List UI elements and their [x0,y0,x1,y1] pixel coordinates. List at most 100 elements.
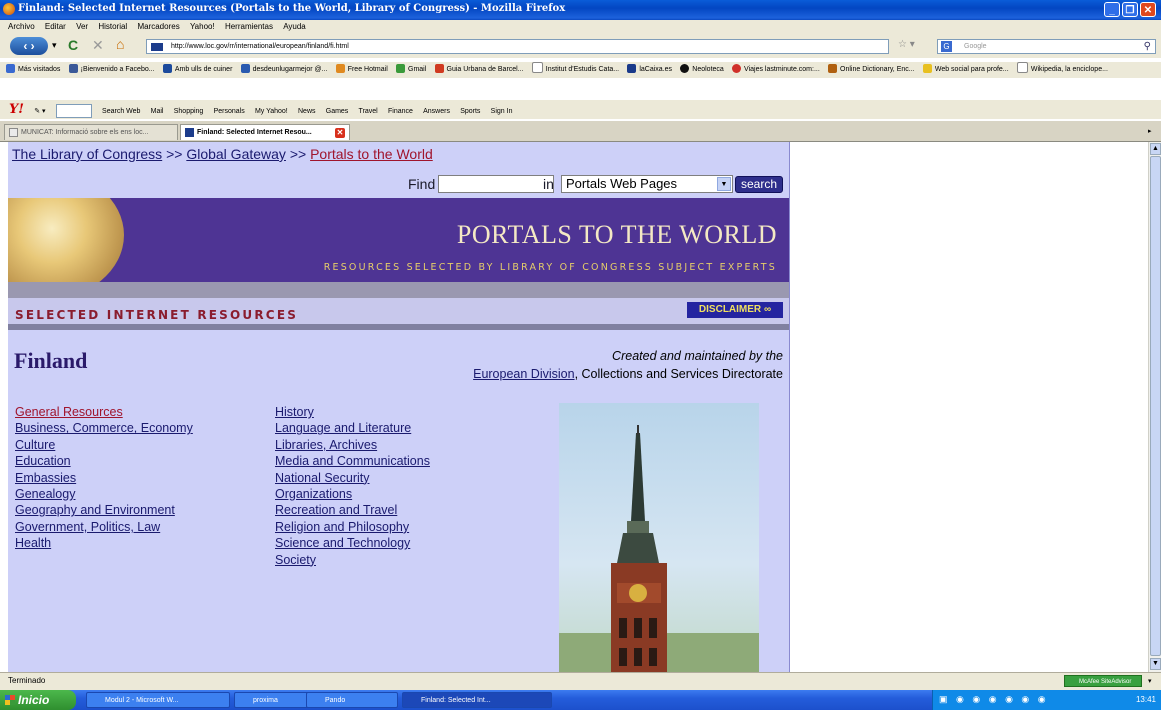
page-icon [9,128,18,137]
yahoo-personals[interactable]: Personals [214,102,245,119]
taskbar-item-pando[interactable]: Pando [306,692,398,708]
yahoo-news[interactable]: News [298,102,316,119]
tray-icons[interactable]: ▣ ◉ ◉ ◉ ◉ ◉ ◉ [939,694,1049,705]
topic-link[interactable]: Media and Communications [275,453,430,469]
bookmark-item[interactable]: Amb ulls de cuiner [162,62,232,78]
search-scope-select[interactable]: Portals Web Pages ▼ [561,175,733,193]
start-button[interactable]: Inicio [0,690,76,710]
scrollbar-thumb[interactable] [1150,156,1161,656]
topic-link[interactable]: General Resources [15,404,193,420]
scroll-down-icon[interactable]: ▼ [1150,658,1161,670]
history-dropdown-icon[interactable]: ▾ [52,40,57,51]
topic-link[interactable]: Organizations [275,486,430,502]
topic-link[interactable]: History [275,404,430,420]
topic-link[interactable]: Libraries, Archives [275,437,430,453]
yahoo-travel[interactable]: Travel [359,102,378,119]
menu-ver[interactable]: Ver [76,20,88,34]
topic-link[interactable]: Recreation and Travel [275,502,430,518]
stop-icon[interactable]: ✕ [92,37,104,54]
tab-list-icon[interactable]: ▸ [1148,127,1152,135]
bookmark-item[interactable]: Web social para profe... [922,62,1009,78]
bookmark-item[interactable]: Wikipedia, la enciclope... [1016,62,1108,78]
bookmark-item[interactable]: ¡Bienvenido a Facebo... [68,62,155,78]
menu-editar[interactable]: Editar [45,20,66,34]
yahoo-my-yahoo[interactable]: My Yahoo! [255,102,288,119]
menu-marcadores[interactable]: Marcadores [137,20,179,34]
bookmark-item[interactable]: Más visitados [6,62,60,78]
topic-link[interactable]: Science and Technology [275,535,430,551]
disclaimer-button[interactable]: DISCLAIMER ∞ [687,302,783,318]
bookmark-item[interactable]: Institut d'Estudis Cata... [531,62,619,78]
back-forward-icon[interactable]: ‹ › [10,37,48,55]
reload-icon[interactable]: C [68,37,78,53]
topic-link[interactable]: Health [15,535,193,551]
bookmark-item[interactable]: Gmail [396,62,426,78]
address-bar[interactable]: http://www.loc.gov/rr/international/euro… [146,39,889,54]
topic-link[interactable]: Religion and Philosophy [275,519,430,535]
yahoo-shopping[interactable]: Shopping [174,102,204,119]
menu-historial[interactable]: Historial [98,20,127,34]
menu-archivo[interactable]: Archivo [8,20,35,34]
bookmark-item[interactable]: Neoloteca [680,62,724,78]
tab-label: Finland: Selected Internet Resou... [197,129,312,136]
yahoo-logo-icon[interactable]: Y! [9,100,24,119]
breadcrumb-loc-link[interactable]: The Library of Congress [12,146,162,162]
yahoo-finance[interactable]: Finance [388,102,413,119]
home-icon[interactable]: ⌂ [116,36,124,52]
menu-herramientas[interactable]: Herramientas [225,20,273,34]
breadcrumb-gateway-link[interactable]: Global Gateway [186,146,286,162]
topic-link[interactable]: Genealogy [15,486,193,502]
breadcrumb-separator: >> [289,146,307,162]
search-input[interactable] [438,175,554,193]
bookmark-item[interactable]: laCaixa.es [627,62,672,78]
topic-link[interactable]: Government, Politics, Law [15,519,193,535]
topic-link[interactable]: Business, Commerce, Economy [15,420,193,436]
european-division-link[interactable]: European Division [473,367,574,381]
scroll-up-icon[interactable]: ▲ [1150,143,1161,155]
close-window-button[interactable]: ✕ [1140,2,1156,17]
chevron-down-icon[interactable]: ▾ [1148,677,1152,685]
taskbar-item-word[interactable]: Modul 2 - Microsoft W... [86,692,230,708]
tab-municat[interactable]: MUNICAT: Informació sobre els ens loc... [4,124,178,140]
pencil-icon[interactable]: ✎ ▾ [34,102,45,119]
topic-link[interactable]: Embassies [15,470,193,486]
bookmark-item[interactable]: desdeunlugarmejor @... [240,62,327,78]
topic-link[interactable]: Society [275,552,430,568]
bookmark-star-icon[interactable]: ☆ ▾ [898,39,915,50]
yahoo-search-input[interactable] [55,103,92,118]
yahoo-sports[interactable]: Sports [460,102,480,119]
site-advisor-badge[interactable]: McAfee SiteAdvisor [1064,675,1142,687]
directorate-text: , Collections and Services Directorate [574,367,783,381]
menu-ayuda[interactable]: Ayuda [283,20,306,34]
topic-link[interactable]: Geography and Environment [15,502,193,518]
taskbar-item-firefox[interactable]: Finland: Selected Int... [402,692,552,708]
search-scope-value: Portals Web Pages [566,176,678,191]
menu-yahoo[interactable]: Yahoo! [190,20,215,34]
bookmark-item[interactable]: Online Dictionary, Enc... [828,62,915,78]
tab-finland[interactable]: Finland: Selected Internet Resou... ✕ [180,124,350,140]
bookmark-item[interactable]: Free Hotmail [335,62,388,78]
topic-link[interactable]: Language and Literature [275,420,430,436]
yahoo-answers[interactable]: Answers [423,102,450,119]
breadcrumb-portals-link[interactable]: Portals to the World [310,146,433,162]
topic-link[interactable]: Culture [15,437,193,453]
vertical-scrollbar[interactable]: ▲ ▼ [1148,142,1161,672]
topic-link[interactable]: National Security [275,470,430,486]
chevron-down-icon[interactable]: ▼ [717,177,731,191]
magnifier-icon[interactable]: ⚲ [1144,40,1151,53]
google-icon[interactable]: G [941,41,952,52]
yahoo-games[interactable]: Games [326,102,349,119]
yahoo-search-web[interactable]: Search Web [102,102,140,119]
bookmark-item[interactable]: Guia Urbana de Barcel... [434,62,524,78]
yahoo-mail[interactable]: Mail [151,102,164,119]
topic-link[interactable]: Education [15,453,193,469]
search-engine-input[interactable]: G Google ⚲ [937,39,1156,54]
close-tab-icon[interactable]: ✕ [335,128,345,138]
bookmarks-toolbar: Más visitados ¡Bienvenido a Facebo... Am… [0,62,1161,78]
maximize-button[interactable]: ❐ [1122,2,1138,17]
minimize-button[interactable]: _ [1104,2,1120,17]
bookmark-item[interactable]: Viajes lastminute.com:... [732,62,820,78]
yahoo-sign-in[interactable]: Sign In [491,102,513,119]
tab-strip: MUNICAT: Informació sobre els ens loc...… [0,121,1161,142]
search-button[interactable]: search [735,176,783,193]
